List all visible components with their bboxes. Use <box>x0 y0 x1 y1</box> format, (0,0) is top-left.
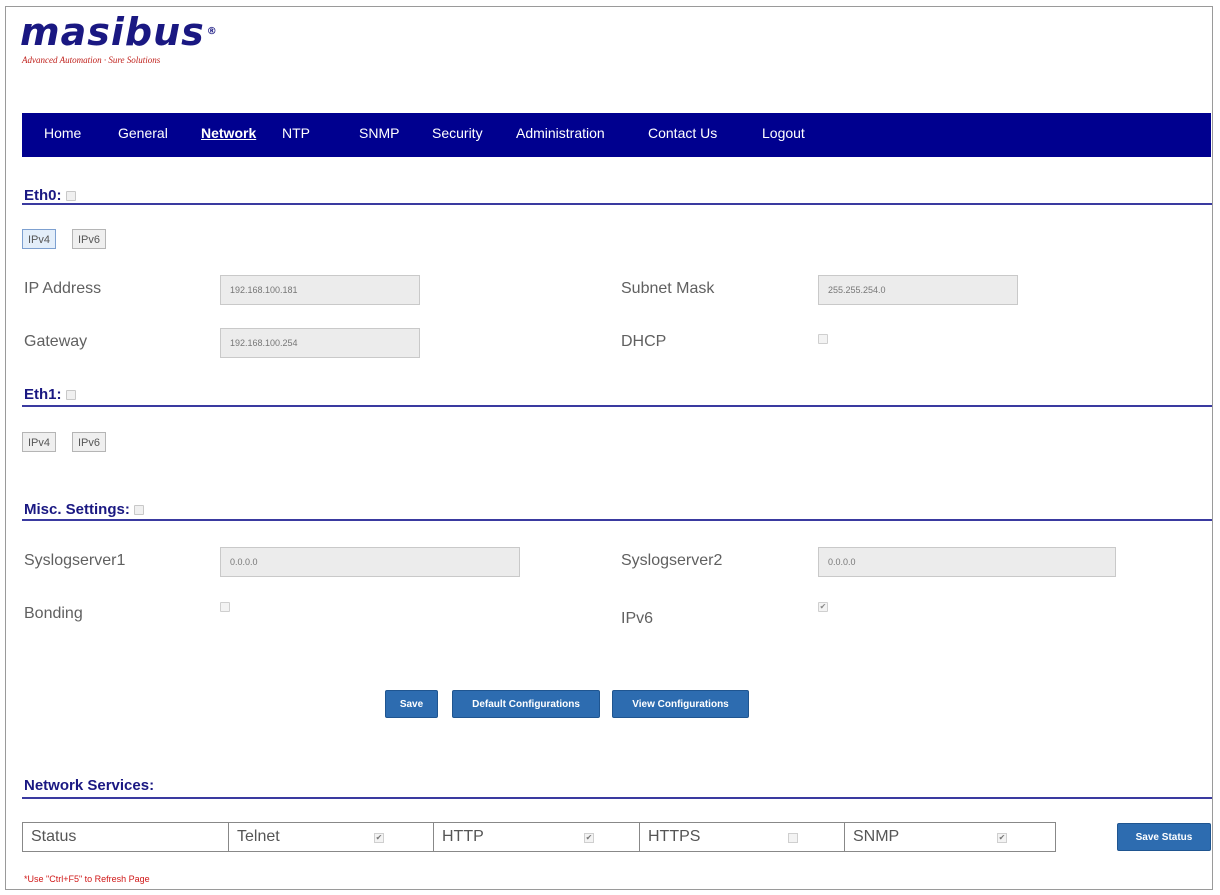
misc-expand-toggle[interactable] <box>133 505 144 516</box>
snmp-cell: SNMP ✔ <box>845 823 1055 851</box>
eth1-expand-toggle[interactable] <box>65 390 76 401</box>
eth0-title: Eth0: <box>24 187 76 204</box>
network-services-table: Status Telnet ✔ HTTP ✔ HTTPS SNMP ✔ <box>22 822 1056 852</box>
eth0-title-text: Eth0: <box>24 187 62 204</box>
telnet-checkbox[interactable]: ✔ <box>374 833 384 843</box>
eth1-tab-ipv6[interactable]: IPv6 <box>72 432 107 452</box>
misc-settings-title: Misc. Settings: <box>24 501 144 518</box>
nav-snmp[interactable]: SNMP <box>359 125 399 141</box>
subnet-mask-label: Subnet Mask <box>621 280 715 297</box>
snmp-service-label: SNMP <box>853 828 900 845</box>
http-label: HTTP <box>442 828 484 845</box>
save-status-button[interactable]: Save Status <box>1117 823 1211 851</box>
nav-network[interactable]: Network <box>201 125 256 141</box>
eth1-divider <box>22 405 1212 407</box>
syslogserver2-input[interactable]: 0.0.0.0 <box>818 547 1116 577</box>
https-cell: HTTPS <box>640 823 845 851</box>
nav-logout[interactable]: Logout <box>762 125 805 141</box>
network-services-title: Network Services: <box>24 777 155 794</box>
dhcp-checkbox[interactable] <box>818 334 828 344</box>
view-configurations-button[interactable]: View Configurations <box>612 690 749 718</box>
nav-home[interactable]: Home <box>44 125 81 141</box>
eth0-expand-toggle[interactable] <box>65 191 76 202</box>
syslogserver1-label: Syslogserver1 <box>24 552 126 569</box>
misc-divider <box>22 519 1212 521</box>
misc-settings-title-text: Misc. Settings: <box>24 501 130 518</box>
snmp-checkbox[interactable]: ✔ <box>997 833 1007 843</box>
https-checkbox[interactable] <box>788 833 798 843</box>
syslogserver2-label: Syslogserver2 <box>621 552 723 569</box>
ipv6-label: IPv6 <box>621 610 654 627</box>
nav-contact-us[interactable]: Contact Us <box>648 125 717 141</box>
eth1-tab-ipv4[interactable]: IPv4 <box>22 432 57 452</box>
status-cell: Status <box>23 823 229 851</box>
telnet-label: Telnet <box>237 828 280 845</box>
nav-ntp[interactable]: NTP <box>282 125 310 141</box>
telnet-cell: Telnet ✔ <box>229 823 434 851</box>
nav-administration[interactable]: Administration <box>516 125 605 141</box>
http-cell: HTTP ✔ <box>434 823 640 851</box>
eth0-tab-ipv6[interactable]: IPv6 <box>72 229 107 249</box>
refresh-note: *Use "Ctrl+F5" to Refresh Page <box>24 874 150 884</box>
gateway-label: Gateway <box>24 333 88 350</box>
main-navbar: Home General Network NTP SNMP Security A… <box>22 113 1211 157</box>
logo-text: masibus <box>20 10 205 54</box>
dhcp-label: DHCP <box>621 333 667 350</box>
eth0-tab-ipv4[interactable]: IPv4 <box>22 229 57 249</box>
gateway-input[interactable]: 192.168.100.254 <box>220 328 420 358</box>
bonding-checkbox[interactable] <box>220 602 230 612</box>
brand-tagline: Advanced Automation · Sure Solutions <box>22 55 161 65</box>
ip-address-input[interactable]: 192.168.100.181 <box>220 275 420 305</box>
eth1-title: Eth1: <box>24 386 76 403</box>
nav-general[interactable]: General <box>118 125 168 141</box>
registered-mark: ® <box>206 26 218 37</box>
masibus-logo: masibus ® <box>20 12 218 52</box>
nav-security[interactable]: Security <box>432 125 483 141</box>
https-label: HTTPS <box>648 828 701 845</box>
default-configurations-button[interactable]: Default Configurations <box>452 690 600 718</box>
eth1-title-text: Eth1: <box>24 386 62 403</box>
syslogserver1-input[interactable]: 0.0.0.0 <box>220 547 520 577</box>
bonding-label: Bonding <box>24 605 83 622</box>
http-checkbox[interactable]: ✔ <box>584 833 594 843</box>
status-label: Status <box>31 828 77 845</box>
ipv6-checkbox[interactable]: ✔ <box>818 602 828 612</box>
network-services-divider <box>22 797 1212 799</box>
subnet-mask-input[interactable]: 255.255.254.0 <box>818 275 1018 305</box>
eth0-divider <box>22 203 1212 205</box>
save-button[interactable]: Save <box>385 690 438 718</box>
ip-address-label: IP Address <box>24 280 102 297</box>
